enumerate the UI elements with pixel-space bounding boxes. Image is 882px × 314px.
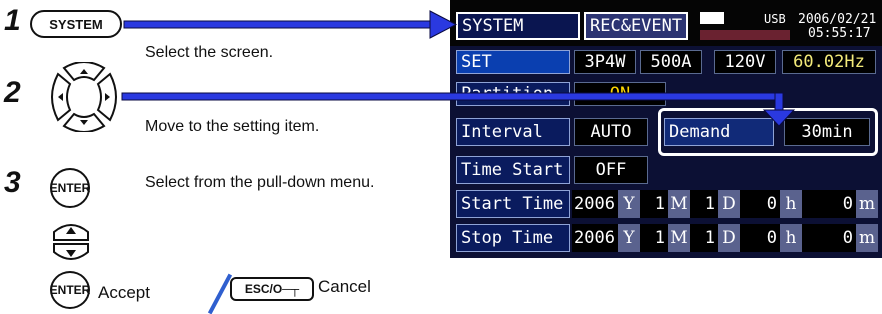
arrow-1-head: [429, 10, 458, 39]
instruction-arrows: [121, 10, 796, 127]
arrow-2-shaft: [121, 92, 783, 101]
arrow-1-shaft: [123, 20, 435, 29]
arrow-2-head: [762, 109, 796, 127]
